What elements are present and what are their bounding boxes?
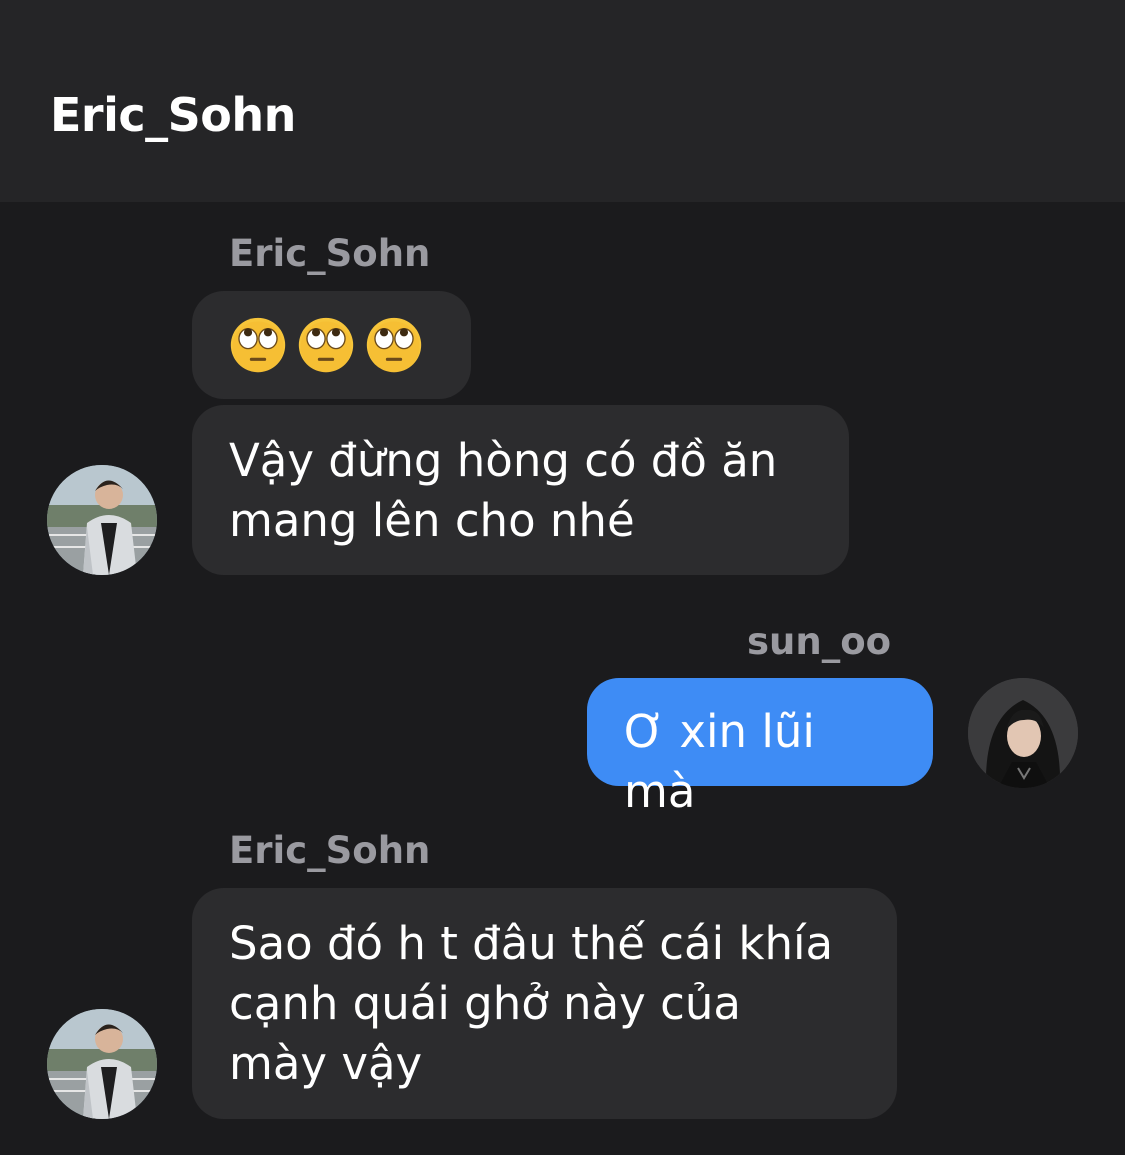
rolling-eyes-emoji-icon [230,317,286,373]
message-bubble[interactable]: Sao đó h t đâu thế cái khía cạnh quái gh… [192,888,897,1119]
message-text-line: cạnh quái ghở này của [229,977,741,1030]
sender-name: sun_oo [747,620,892,663]
avatar-photo-icon [47,1009,157,1119]
message-bubble[interactable]: Vậy đừng hòng có đồ ăn mang lên cho nhé [192,405,849,575]
avatar-photo-icon [47,465,157,575]
rolling-eyes-emoji-icon [366,317,422,373]
sender-name: Eric_Sohn [229,232,431,275]
message-bubble-outgoing[interactable]: Ơ xin lũi mà [587,678,933,818]
message-text-line: Vậy đừng hòng có đồ ăn [229,434,778,487]
message-text-line: mang lên cho nhé [229,494,635,547]
chat-header: Eric_Sohn [0,0,1125,202]
avatar-photo-icon [968,678,1078,788]
message-text: Ơ xin lũi mà [624,705,815,818]
chat-title: Eric_Sohn [50,88,296,142]
emoji-row [229,291,434,399]
message-text-line: Sao đó h t đâu thế cái khía [229,917,834,970]
avatar-eric-sohn[interactable] [47,1009,157,1119]
message-text-line: mày vậy [229,1037,423,1090]
rolling-eyes-emoji-icon [298,317,354,373]
message-bubble-emoji[interactable] [192,291,471,399]
avatar-eric-sohn[interactable] [47,465,157,575]
sender-name: Eric_Sohn [229,829,431,872]
avatar-sun-oo[interactable] [968,678,1078,788]
